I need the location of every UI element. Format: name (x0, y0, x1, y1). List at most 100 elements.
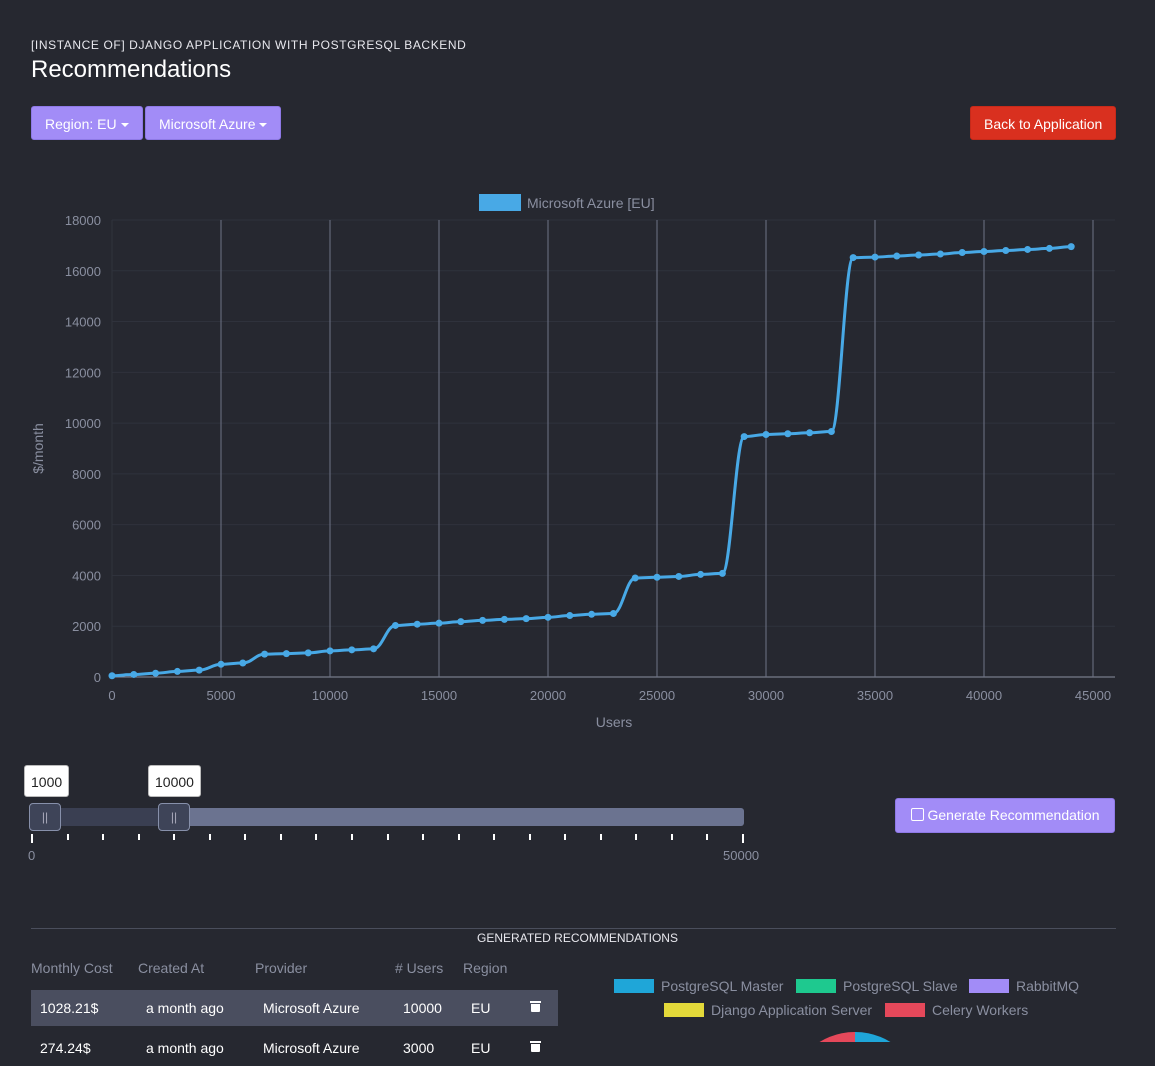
pie-legend-item-postgresql-slave[interactable]: PostgreSQL Slave (796, 978, 958, 994)
pie-slice-celery-workers[interactable] (808, 1031, 855, 1042)
table-row[interactable]: 1028.21$ a month ago Microsoft Azure 100… (31, 990, 558, 1026)
data-point (544, 613, 552, 621)
trash-icon[interactable] (530, 1001, 541, 1012)
y-tick-label: 2000 (72, 619, 101, 634)
provider-dropdown-label: Microsoft Azure (159, 116, 256, 132)
column-header-provider[interactable]: Provider (255, 960, 307, 976)
data-point (653, 573, 661, 581)
slider-tick (280, 834, 282, 840)
region-cell: EU (471, 1040, 491, 1056)
data-point (239, 659, 247, 667)
data-point (1002, 246, 1010, 254)
region-cell: EU (471, 1000, 491, 1016)
column-header-users[interactable]: # Users (395, 960, 443, 976)
caret-down-icon (259, 123, 268, 128)
slider-tick (564, 834, 566, 840)
column-header-monthly-cost[interactable]: Monthly Cost (31, 960, 113, 976)
slider-tick (422, 834, 424, 840)
data-point (500, 615, 508, 623)
y-tick-label: 10000 (65, 416, 101, 431)
legend-swatch (479, 194, 521, 211)
recommendations-section-title: GENERATED RECOMMENDATIONS (477, 931, 678, 945)
legend-label: Django Application Server (711, 1002, 873, 1018)
data-point (1045, 244, 1053, 252)
provider-dropdown[interactable]: Microsoft Azure (145, 106, 282, 140)
pie-legend-item-celery-workers[interactable]: Celery Workers (885, 1002, 1028, 1018)
copy-icon (910, 808, 924, 821)
data-point (893, 252, 901, 260)
users-cell: 3000 (403, 1040, 435, 1056)
provider-cell: Microsoft Azure (263, 1040, 360, 1056)
y-axis-label: $/month (30, 423, 46, 474)
slider-tick (315, 834, 317, 840)
region-dropdown[interactable]: Region: EU (31, 106, 143, 140)
pie-legend-item-django-application-server[interactable]: Django Application Server (664, 1002, 872, 1018)
data-point (479, 616, 487, 624)
data-point (457, 618, 465, 626)
pie-legend-item-rabbitmq[interactable]: RabbitMQ (969, 978, 1079, 994)
data-point (522, 615, 530, 623)
data-point (391, 621, 399, 629)
y-tick-label: 18000 (65, 213, 101, 228)
x-axis-label: Users (596, 714, 633, 730)
slider-low-handle[interactable]: || (29, 803, 61, 831)
legend-label: PostgreSQL Slave (843, 978, 958, 994)
data-point (958, 248, 966, 256)
slider-tick (244, 834, 246, 840)
created-cell: a month ago (146, 1000, 224, 1016)
y-tick-label: 0 (94, 670, 101, 685)
slider-tick (387, 834, 389, 840)
x-tick-label: 10000 (312, 688, 348, 703)
generate-recommendation-label: Generate Recommendation (927, 807, 1100, 823)
region-dropdown-label: Region: EU (45, 116, 117, 132)
created-cell: a month ago (146, 1040, 224, 1056)
table-row[interactable]: 274.24$ a month ago Microsoft Azure 3000… (31, 1030, 558, 1066)
slider-min-label: 0 (28, 848, 36, 863)
data-point (980, 247, 988, 255)
data-point (195, 666, 203, 674)
legend-swatch (796, 979, 836, 993)
legend-swatch (664, 1003, 704, 1017)
slider-tick (671, 834, 673, 840)
y-tick-label: 8000 (72, 467, 101, 482)
data-point (261, 650, 269, 658)
data-point (217, 660, 225, 668)
data-point (173, 667, 181, 675)
data-point (806, 429, 814, 437)
data-point (827, 427, 835, 435)
cost-chart: 0 2000 4000 6000 8000 10000 12000 14000 16000 180… (30, 194, 1115, 730)
data-point (740, 433, 748, 441)
slider-high-handle[interactable]: || (158, 803, 190, 831)
data-point (936, 250, 944, 258)
slider-high-tooltip: 10000 (148, 765, 201, 797)
slider-tick (67, 834, 69, 840)
x-tick-label: 15000 (421, 688, 457, 703)
y-tick-label: 4000 (72, 568, 101, 583)
legend-label: Celery Workers (932, 1002, 1029, 1018)
slider-tick (351, 834, 353, 840)
caret-down-icon (120, 123, 129, 128)
x-tick-label: 20000 (530, 688, 566, 703)
data-point (631, 574, 639, 582)
data-point (413, 620, 421, 628)
legend-swatch (969, 979, 1009, 993)
data-point (435, 619, 443, 627)
x-tick-label: 30000 (748, 688, 784, 703)
legend-swatch (885, 1003, 925, 1017)
page-title: Recommendations (31, 56, 232, 83)
trash-icon[interactable] (530, 1041, 541, 1052)
data-point (718, 569, 726, 577)
x-tick-label: 40000 (966, 688, 1002, 703)
users-cell: 10000 (403, 1000, 442, 1016)
slider-tick (635, 834, 637, 840)
column-header-region[interactable]: Region (463, 960, 507, 976)
back-to-application-button[interactable]: Back to Application (970, 106, 1117, 140)
legend-label: Microsoft Azure [EU] (527, 195, 655, 211)
pie-slice-postgresql-master[interactable] (855, 1031, 902, 1042)
column-header-created-at[interactable]: Created At (138, 960, 204, 976)
x-tick-label: 5000 (207, 688, 236, 703)
data-point (871, 253, 879, 261)
page-subtitle: [INSTANCE OF] DJANGO APPLICATION WITH PO… (31, 38, 467, 52)
pie-legend-item-postgresql-master[interactable]: PostgreSQL Master (614, 978, 783, 994)
generate-recommendation-button[interactable]: Generate Recommendation (895, 798, 1115, 833)
